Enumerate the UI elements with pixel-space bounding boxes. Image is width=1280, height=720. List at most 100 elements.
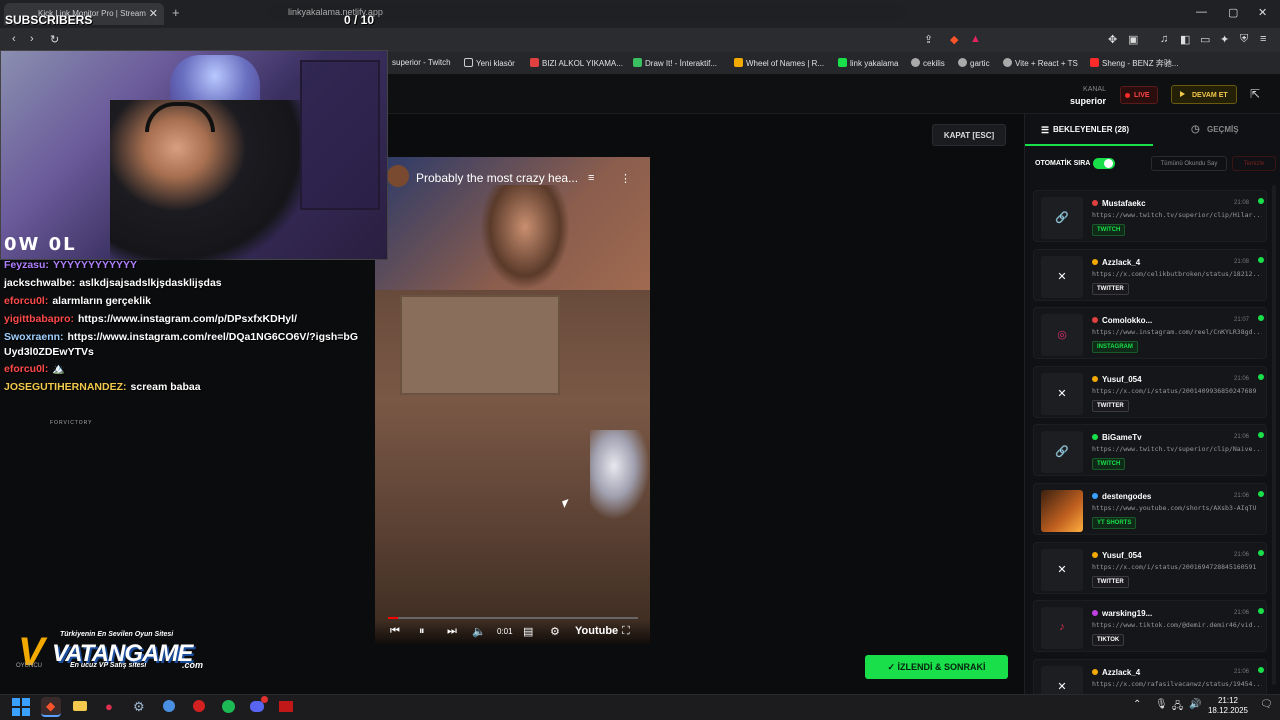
bookmark-item[interactable]: cekilis bbox=[911, 58, 945, 68]
queue-card-url[interactable]: https://www.instagram.com/reel/CnKYLR38g… bbox=[1092, 328, 1262, 336]
bookmark-item[interactable]: Yeni klasör bbox=[464, 58, 515, 68]
screenshot-icon[interactable]: ▣ bbox=[1128, 33, 1138, 46]
windows-start-icon[interactable] bbox=[12, 698, 30, 716]
clock[interactable]: 21:12 18.12.2025 bbox=[1205, 696, 1251, 716]
browser-toolbar bbox=[0, 28, 1280, 52]
sidebar-scrollbar[interactable] bbox=[1272, 185, 1276, 685]
queue-card-user: Azzlack_4 bbox=[1092, 668, 1140, 677]
bookmark-item[interactable]: Wheel of Names | R... bbox=[734, 58, 824, 68]
queue-card-url[interactable]: https://www.twitch.tv/superior/clip/Naiv… bbox=[1092, 445, 1262, 453]
brave-rewards-icon[interactable]: ▲ bbox=[970, 33, 981, 45]
tab-gecmis[interactable]: ◷ GEÇMİŞ bbox=[1153, 114, 1280, 146]
platform-dot-icon bbox=[1092, 258, 1098, 265]
video-time: 0:01 bbox=[497, 627, 513, 636]
forward-icon[interactable]: › bbox=[30, 33, 34, 45]
queue-card[interactable]: ✕ Yusuf_054 21:06 https://x.com/i/status/20… bbox=[1033, 541, 1267, 594]
izlendi-sonraki-button[interactable]: ✓ İZLENDİ & SONRAKİ bbox=[865, 655, 1008, 679]
discord-icon[interactable] bbox=[247, 696, 268, 717]
wallet-icon[interactable]: ▭ bbox=[1200, 33, 1210, 46]
kanal-name: superior bbox=[1069, 96, 1106, 106]
captions-icon[interactable]: ▤ bbox=[523, 625, 533, 638]
tab-close-icon[interactable]: ✕ bbox=[149, 7, 158, 20]
reload-icon[interactable]: ↻ bbox=[50, 33, 59, 46]
queue-card-url[interactable]: https://x.com/i/status/20016947288451605… bbox=[1092, 563, 1262, 571]
queue-card[interactable]: destengodes 21:06 https://www.youtube.com/… bbox=[1033, 483, 1267, 535]
list-icon: ☰ bbox=[1041, 125, 1050, 135]
queue-card-user: Mustafaekc bbox=[1092, 199, 1146, 208]
bookmark-item[interactable]: link yakalama bbox=[838, 58, 898, 68]
queue-card[interactable]: 🔗 Mustafaekc 21:08 https://www.twitch.tv/su… bbox=[1033, 190, 1267, 242]
volume-icon[interactable]: 🔈 bbox=[472, 625, 486, 638]
chat-message: 🏔️ bbox=[52, 363, 66, 375]
yt-icon bbox=[1041, 490, 1083, 532]
queue-card-url[interactable]: https://x.com/i/status/20014099368502476… bbox=[1092, 387, 1262, 395]
microphone-icon[interactable]: 🎙 bbox=[1155, 699, 1168, 710]
show-hidden-icons[interactable]: ⌃ bbox=[1133, 699, 1141, 710]
chat-user: Feyzasu: bbox=[4, 259, 49, 271]
fullscreen-icon[interactable]: ⛶ bbox=[622, 625, 630, 638]
spotify-icon[interactable] bbox=[218, 697, 238, 717]
forvictory-text: FORVICTORY bbox=[50, 420, 93, 426]
riot-icon[interactable] bbox=[189, 697, 209, 717]
settings-icon[interactable]: ⚙ bbox=[550, 625, 560, 638]
mark-all-read-button[interactable]: Tümünü Okundu Say bbox=[1151, 156, 1227, 171]
queue-card-url[interactable]: https://x.com/celikbutbroken/status/1821… bbox=[1092, 270, 1262, 278]
tab-bekleyenler[interactable]: ☰ BEKLEYENLER (28) bbox=[1025, 114, 1153, 146]
kapat-button[interactable]: KAPAT [ESC] bbox=[932, 124, 1006, 146]
maximize-icon[interactable]: ▢ bbox=[1228, 6, 1238, 19]
minimize-icon[interactable]: — bbox=[1196, 6, 1207, 18]
share-icon[interactable]: ⇪ bbox=[924, 33, 933, 46]
network-icon[interactable]: 🖧 bbox=[1172, 699, 1183, 716]
bookmark-item[interactable]: gartic bbox=[958, 58, 990, 68]
menu-icon[interactable]: ≡ bbox=[1260, 33, 1266, 45]
obs-icon[interactable] bbox=[276, 697, 296, 717]
platform-badge: TWITTER bbox=[1092, 282, 1129, 295]
sidebar-icon[interactable]: ◧ bbox=[1180, 33, 1190, 46]
brave-taskbar-icon[interactable]: ◆ bbox=[41, 697, 61, 717]
clear-button[interactable]: Temizle bbox=[1232, 156, 1276, 171]
queue-card[interactable]: 🔗 BiGameTv 21:06 https://www.twitch.tv/supe… bbox=[1033, 424, 1267, 477]
more-options-icon[interactable]: ⋮ bbox=[620, 172, 631, 185]
chat-line: Feyzasu: YYYYYYYYYYYY bbox=[4, 256, 364, 274]
leo-icon[interactable]: ✦ bbox=[1220, 33, 1229, 46]
queue-card[interactable]: ♪ warsking19... 21:06 https://www.tiktok.co… bbox=[1033, 600, 1267, 653]
queue-card-time: 21:07 bbox=[1234, 317, 1250, 324]
vpn-icon[interactable]: ⛨ bbox=[1240, 33, 1248, 46]
queue-card[interactable]: ✕ Azzlack_4 21:08 https://x.com/celikbutbro… bbox=[1033, 248, 1267, 301]
map-pin-icon[interactable]: ● bbox=[100, 697, 120, 717]
file-explorer-icon[interactable] bbox=[70, 697, 90, 717]
pause-icon[interactable]: ⏸ bbox=[419, 625, 425, 638]
bookmark-item[interactable]: Vite + React + TS bbox=[1003, 58, 1078, 68]
queue-card-url[interactable]: https://www.twitch.tv/superior/clip/Hila… bbox=[1092, 211, 1262, 219]
app-icon[interactable] bbox=[159, 697, 179, 717]
channel-avatar[interactable] bbox=[387, 165, 409, 187]
bookmark-item[interactable]: BIZI ALKOL YIKAMA... bbox=[530, 58, 623, 68]
media-icon[interactable]: ♫ bbox=[1160, 33, 1168, 45]
queue-card[interactable]: ◎ Comolokko... 21:07 https://www.instagram.… bbox=[1033, 307, 1267, 360]
brave-shield-icon[interactable]: ◆ bbox=[950, 33, 958, 46]
previous-icon[interactable]: ⏮ bbox=[390, 625, 400, 638]
extensions-icon[interactable]: ✥ bbox=[1108, 33, 1117, 46]
back-icon[interactable]: ‹ bbox=[12, 33, 16, 45]
chat-user: Swoxraenn: bbox=[4, 331, 64, 343]
bookmark-item[interactable]: superior - Twitch bbox=[392, 58, 451, 67]
bookmark-favicon-icon bbox=[1090, 58, 1099, 67]
next-icon[interactable]: ⏭ bbox=[447, 625, 457, 638]
playlist-icon[interactable]: ≡ bbox=[588, 172, 594, 184]
speaker-icon[interactable]: 🔊 bbox=[1189, 699, 1201, 710]
tiktok-icon: ♪ bbox=[1041, 607, 1083, 650]
queue-card-url[interactable]: https://www.tiktok.com/@demir.demir46/vi… bbox=[1092, 621, 1262, 629]
youtube-logo[interactable]: Youtube bbox=[575, 625, 618, 637]
queue-card[interactable]: ✕ Yusuf_054 21:06 https://x.com/i/status/20… bbox=[1033, 365, 1267, 418]
queue-card-url[interactable]: https://www.youtube.com/shorts/AXsb3-AIq… bbox=[1092, 504, 1262, 512]
window-close-icon[interactable]: ✕ bbox=[1258, 6, 1267, 19]
bookmark-item[interactable]: Draw It! - İnteraktif... bbox=[633, 58, 717, 68]
queue-card-url[interactable]: https://x.com/rafasilvacanwz/status/1945… bbox=[1092, 680, 1262, 688]
notifications-icon[interactable]: 🗨 bbox=[1260, 699, 1273, 710]
video-progress-bar[interactable] bbox=[388, 617, 638, 619]
external-link-icon[interactable]: ⇱ bbox=[1250, 87, 1260, 101]
new-tab-icon[interactable]: + bbox=[172, 5, 180, 20]
video-title[interactable]: Probably the most crazy hea... bbox=[416, 171, 578, 185]
bookmark-item[interactable]: Sheng - BENZ 奔驰... bbox=[1090, 58, 1178, 69]
steam-icon[interactable]: ⚙ bbox=[129, 697, 149, 717]
